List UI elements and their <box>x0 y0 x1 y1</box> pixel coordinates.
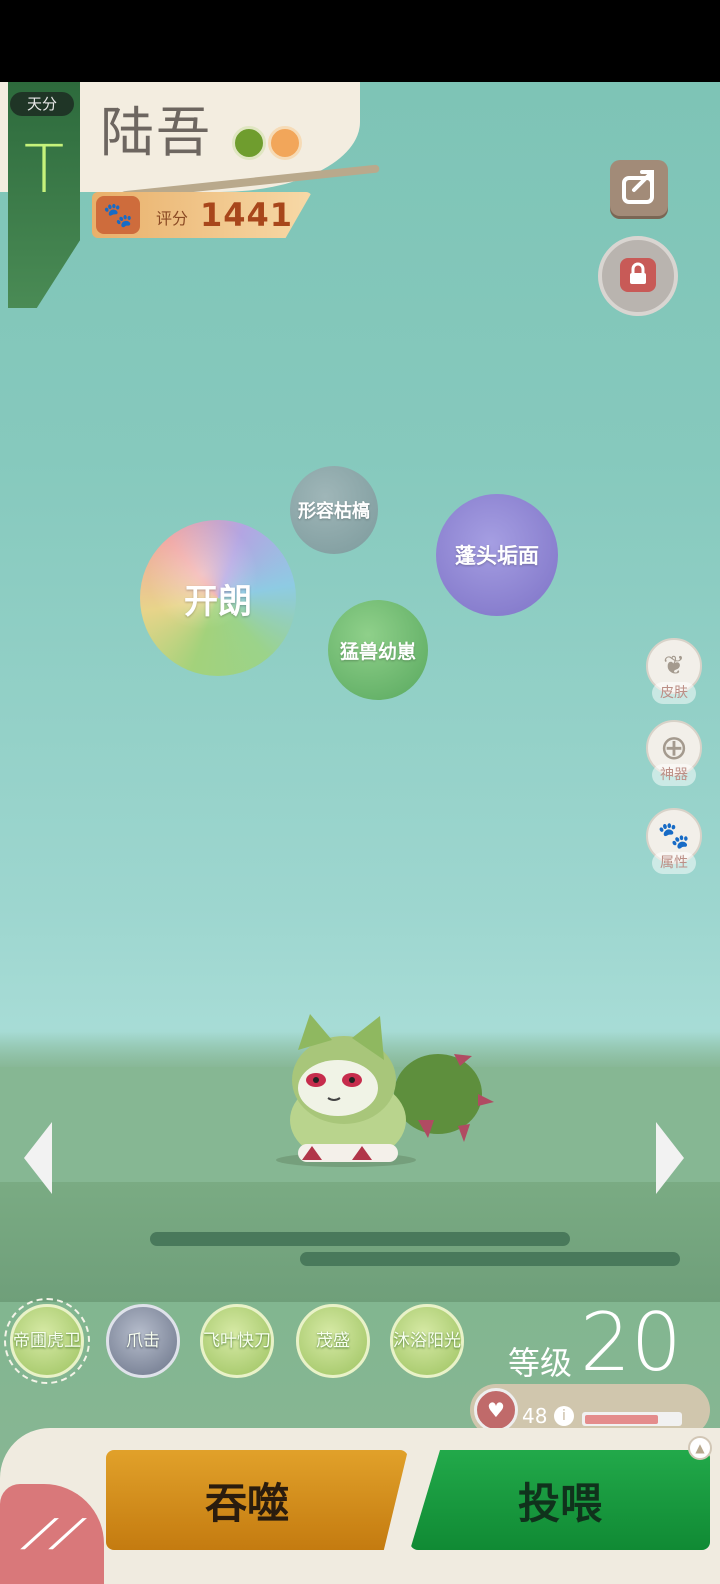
trait-bubble[interactable]: 形容枯槁 <box>290 466 378 554</box>
paw-icon: 🐾 <box>96 196 140 234</box>
info-icon[interactable]: i <box>554 1406 574 1426</box>
skill-button[interactable]: 沐浴阳光 <box>390 1304 464 1378</box>
grass-stroke <box>150 1232 570 1246</box>
heart-icon: ♥ <box>474 1388 518 1432</box>
hp-bar-fill <box>585 1415 658 1424</box>
grass-stroke <box>300 1252 680 1266</box>
lock-icon <box>620 258 656 292</box>
level-label: 等级 <box>508 1344 573 1382</box>
attributes-label: 属性 <box>652 852 696 874</box>
skill-button[interactable]: 爪击 <box>106 1304 180 1378</box>
score-value: 1441 <box>200 196 294 234</box>
skill-button[interactable]: 帝圃虎卫 <box>10 1304 84 1378</box>
skill-button[interactable]: 茂盛 <box>296 1304 370 1378</box>
devour-button[interactable]: 吞噬 <box>106 1450 408 1550</box>
trait-bubble[interactable]: 蓬头垢面 <box>436 494 558 616</box>
share-icon <box>622 170 654 204</box>
pet-name: 陆吾 <box>100 101 212 164</box>
paw-icon: 🐾 <box>657 821 691 851</box>
tier-label: 天分 <box>10 92 74 116</box>
hp-value: 48 <box>522 1404 548 1428</box>
skill-button[interactable]: 飞叶快刀 <box>200 1304 274 1378</box>
level-value: 20 <box>580 1296 682 1389</box>
trait-bubble[interactable]: 开朗 <box>140 520 296 676</box>
artifact-label: 神器 <box>652 764 696 786</box>
game-logo-icon: ⟋⟋ <box>22 1512 78 1558</box>
feed-button[interactable]: 投喂 <box>410 1450 710 1550</box>
tier-grade: T <box>23 131 65 208</box>
trait-bubble[interactable]: 猛兽幼崽 <box>328 600 428 700</box>
previous-pet-arrow-icon[interactable] <box>24 1122 52 1194</box>
leaf-element-icon[interactable] <box>232 126 266 160</box>
up-arrow-icon[interactable]: ▲ <box>688 1436 712 1460</box>
share-button[interactable] <box>610 160 668 216</box>
score-label: 评分 <box>156 209 189 228</box>
pet-character[interactable] <box>268 1010 498 1170</box>
plus-icon: ⊕ <box>659 728 689 768</box>
next-pet-arrow-icon[interactable] <box>656 1122 684 1194</box>
sun-element-icon[interactable] <box>268 126 302 160</box>
butterfly-icon: ❦ <box>663 651 685 681</box>
skin-label: 皮肤 <box>652 682 696 704</box>
